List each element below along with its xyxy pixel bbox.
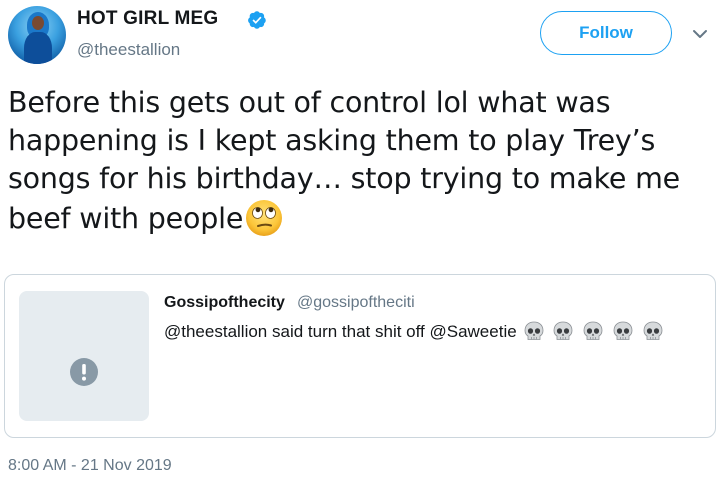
skull-emoji-row xyxy=(523,321,667,346)
quoted-tweet-media-placeholder[interactable] xyxy=(19,291,149,421)
author-display-name[interactable]: HOT GIRL MEG xyxy=(77,8,218,30)
avatar-face xyxy=(32,16,44,30)
tweet-text: Before this gets out of control lol what… xyxy=(8,84,708,238)
avatar[interactable] xyxy=(8,6,66,64)
avatar-body xyxy=(24,32,52,64)
alert-icon xyxy=(70,358,98,386)
quoted-tweet-card[interactable]: Gossipofthecity @gossipoftheciti @theest… xyxy=(4,274,716,438)
skull-icon xyxy=(554,321,573,340)
quoted-tweet-author-handle: @gossipoftheciti xyxy=(297,294,415,311)
tweet-body: Before this gets out of control lol what… xyxy=(8,86,681,235)
follow-button[interactable]: Follow xyxy=(540,11,672,55)
chevron-down-icon[interactable] xyxy=(690,26,710,42)
quoted-tweet-text: @theestallion said turn that shit off @S… xyxy=(164,321,667,346)
tweet-timestamp[interactable]: 8:00 AM - 21 Nov 2019 xyxy=(8,457,172,475)
verified-badge-icon xyxy=(248,11,266,29)
author-handle[interactable]: @theestallion xyxy=(77,40,180,60)
face-with-rolling-eyes-icon xyxy=(246,200,283,236)
skull-icon xyxy=(524,321,544,340)
skull-icon xyxy=(583,321,603,340)
quoted-tweet-author-name: Gossipofthecity xyxy=(164,294,285,311)
skull-icon xyxy=(643,321,663,340)
skull-icon xyxy=(613,321,633,340)
quoted-tweet-body: @theestallion said turn that shit off @S… xyxy=(164,322,517,341)
